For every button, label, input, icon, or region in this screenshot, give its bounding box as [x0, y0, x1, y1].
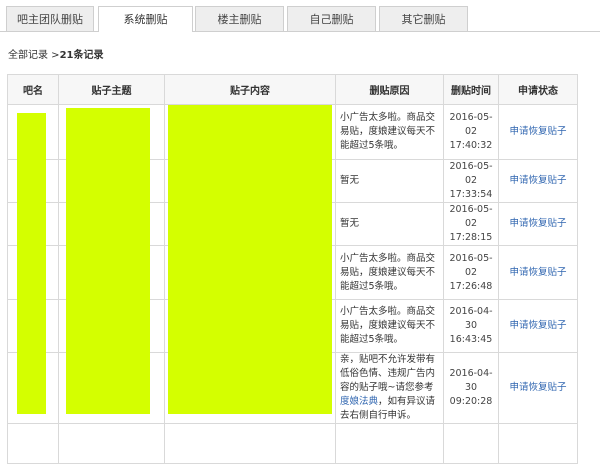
record-count: 21条记录 [59, 50, 104, 61]
restore-post-link[interactable]: 申请恢复贴子 [509, 126, 566, 137]
tab-bar: 吧主团队删贴 系统删贴 楼主删贴 自己删贴 其它删贴 [0, 0, 600, 32]
delete-reason: 小广告太多啦。商品交易贴，度娘建议每天不能超过5条哦。 [335, 104, 444, 160]
tab-system-deleted[interactable]: 系统删贴 [98, 6, 193, 32]
tab-other-deleted[interactable]: 其它删贴 [379, 6, 468, 31]
col-header-time: 删贴时间 [443, 74, 499, 105]
restore-post-link[interactable]: 申请恢复贴子 [509, 320, 566, 331]
tab-team-deleted[interactable]: 吧主团队删贴 [6, 6, 94, 31]
tab-self-deleted[interactable]: 自己删贴 [287, 6, 376, 31]
restore-post-link[interactable]: 申请恢复贴子 [509, 267, 566, 278]
col-header-status: 申请状态 [498, 74, 578, 105]
delete-time: 2016-05-02 17:33:54 [443, 159, 499, 203]
delete-time: 2016-05-02 17:28:15 [443, 202, 499, 246]
delete-time: 2016-05-02 17:26:48 [443, 245, 499, 300]
redaction-block-title [66, 108, 150, 414]
redaction-block-forum [17, 113, 46, 414]
restore-post-link[interactable]: 申请恢复贴子 [509, 175, 566, 186]
col-header-reason: 删贴原因 [335, 74, 444, 105]
delete-reason: 小广告太多啦。商品交易贴，度娘建议每天不能超过5条哦。 [335, 299, 444, 353]
restore-post-link[interactable]: 申请恢复贴子 [509, 218, 566, 229]
table-row [7, 423, 578, 464]
summary-prefix: 全部记录 > [8, 50, 60, 61]
delete-time: 2016-04-30 09:20:28 [443, 352, 499, 424]
delete-time: 2016-04-30 16:43:45 [443, 299, 499, 353]
redaction-block-content [168, 105, 332, 414]
delete-reason: 暂无 [335, 202, 444, 246]
delete-reason: 暂无 [335, 159, 444, 203]
restore-post-link[interactable]: 申请恢复贴子 [509, 382, 566, 393]
col-header-title: 贴子主题 [58, 74, 165, 105]
record-summary: 全部记录 >21条记录 [8, 46, 103, 61]
col-header-content: 贴子内容 [164, 74, 336, 105]
delete-time: 2016-05-02 17:40:32 [443, 104, 499, 160]
delete-reason: 小广告太多啦。商品交易贴，度娘建议每天不能超过5条哦。 [335, 245, 444, 300]
col-header-forum: 吧名 [7, 74, 59, 105]
rules-link[interactable]: 度娘法典 [340, 396, 378, 407]
delete-reason: 亲，贴吧不允许发带有低俗色情、违规广告内容的贴子哦~请您参考度娘法典，如有异议请… [335, 352, 444, 424]
tab-op-deleted[interactable]: 楼主删贴 [195, 6, 284, 31]
table-header-row: 吧名 贴子主题 贴子内容 删贴原因 删贴时间 申请状态 [7, 74, 578, 105]
